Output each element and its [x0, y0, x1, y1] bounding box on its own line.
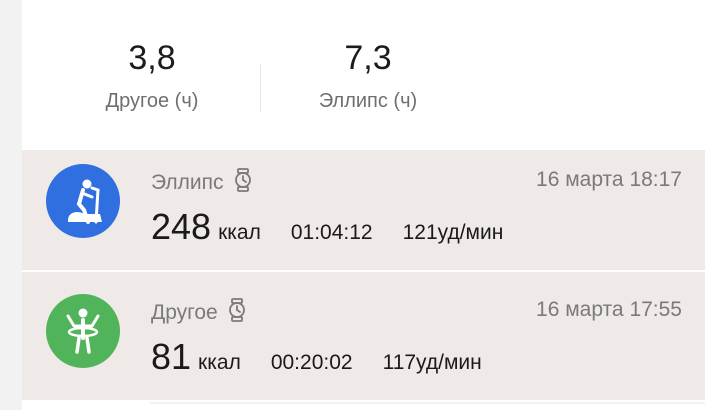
workout-name-text: Другое [151, 301, 218, 324]
workout-metrics: 81 ккал 00:20:02 117уд/мин [151, 336, 482, 378]
workout-name: Эллипс [151, 168, 252, 198]
kcal-value: 248 [151, 206, 212, 247]
watch-icon [234, 168, 252, 198]
summary-value: 7,3 [344, 39, 392, 77]
workout-row-ellipse[interactable]: Эллипс 16 марта 18:17 248 ккал 01:04:12 … [22, 150, 705, 270]
workout-name: Другое [151, 298, 246, 328]
summary-label: Другое (ч) [105, 90, 199, 112]
summary-divider [260, 64, 261, 112]
duration: 00:20:02 [270, 351, 353, 374]
kcal-unit: ккал [198, 351, 241, 374]
summary-other-hours: 3,8 Другое (ч) [52, 38, 252, 114]
summary-panel: 3,8 Другое (ч) 7,3 Эллипс (ч) [22, 0, 705, 150]
left-edge-strip [0, 0, 22, 410]
list-bottom-divider [150, 402, 705, 404]
summary-value: 3,8 [128, 39, 176, 77]
kcal-unit: ккал [218, 221, 261, 244]
summary-label: Эллипс (ч) [318, 90, 418, 112]
kcal-value: 81 [151, 336, 192, 377]
workout-row-other[interactable]: Другое 16 марта 17:55 81 ккал 00:20:02 1… [22, 272, 705, 400]
watch-icon [228, 298, 246, 328]
workout-metrics: 248 ккал 01:04:12 121уд/мин [151, 206, 503, 248]
heart-rate: 121уд/мин [402, 221, 504, 244]
duration: 01:04:12 [290, 221, 373, 244]
workout-date: 16 марта 17:55 [536, 298, 682, 321]
heart-rate: 117уд/мин [382, 351, 482, 374]
workout-date: 16 марта 18:17 [536, 168, 682, 191]
elliptical-icon [46, 164, 120, 238]
other-activity-icon [46, 294, 120, 368]
workout-name-text: Эллипс [151, 171, 224, 194]
summary-ellipse-hours: 7,3 Эллипс (ч) [268, 38, 468, 114]
